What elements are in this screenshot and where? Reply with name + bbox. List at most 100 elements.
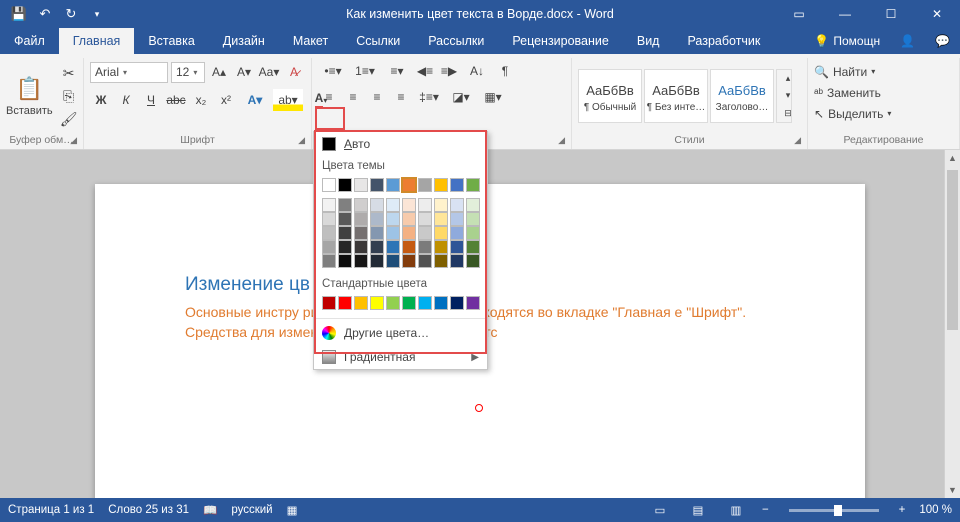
- color-swatch[interactable]: [386, 226, 400, 240]
- color-swatch[interactable]: [466, 212, 480, 226]
- color-swatch[interactable]: [402, 198, 416, 212]
- color-swatch[interactable]: [418, 226, 432, 240]
- color-swatch[interactable]: [434, 212, 448, 226]
- tab-review[interactable]: Рецензирование: [498, 28, 623, 54]
- color-swatch[interactable]: [338, 198, 352, 212]
- color-swatch[interactable]: [418, 198, 432, 212]
- multilevel-button[interactable]: ≡▾: [382, 60, 412, 82]
- color-swatch[interactable]: [370, 212, 384, 226]
- color-swatch[interactable]: [402, 240, 416, 254]
- find-button[interactable]: 🔍Найти ▾: [814, 62, 875, 81]
- color-swatch[interactable]: [434, 198, 448, 212]
- color-swatch[interactable]: [434, 254, 448, 268]
- color-swatch[interactable]: [450, 212, 464, 226]
- paragraph-launcher-icon[interactable]: ◢: [558, 135, 565, 146]
- replace-button[interactable]: ᵃᵇЗаменить: [814, 83, 881, 102]
- redo-icon[interactable]: ↻: [58, 0, 84, 28]
- increase-indent-icon[interactable]: ≡▶: [438, 60, 460, 82]
- clear-formatting-icon[interactable]: A̷: [283, 61, 305, 83]
- color-swatch[interactable]: [450, 198, 464, 212]
- bullets-button[interactable]: •≡▾: [318, 60, 348, 82]
- color-swatch[interactable]: [322, 254, 336, 268]
- color-swatch[interactable]: [386, 212, 400, 226]
- sort-button[interactable]: A↓: [462, 60, 492, 82]
- undo-icon[interactable]: ↶: [32, 0, 58, 28]
- color-swatch[interactable]: [466, 296, 480, 310]
- color-swatch[interactable]: [370, 240, 384, 254]
- font-name-dropdown[interactable]: Arial▾: [90, 62, 168, 83]
- change-case-icon[interactable]: Aa▾: [258, 61, 280, 83]
- tab-references[interactable]: Ссылки: [342, 28, 414, 54]
- align-left-icon[interactable]: ≡: [318, 86, 340, 108]
- zoom-level[interactable]: 100 %: [919, 504, 952, 516]
- show-marks-icon[interactable]: ¶: [494, 60, 516, 82]
- color-swatch[interactable]: [386, 198, 400, 212]
- color-swatch[interactable]: [466, 240, 480, 254]
- color-swatch[interactable]: [386, 254, 400, 268]
- color-swatch[interactable]: [466, 226, 480, 240]
- bold-button[interactable]: Ж: [90, 89, 112, 111]
- styles-more-icon[interactable]: ⊟: [777, 105, 799, 122]
- color-swatch[interactable]: [402, 296, 416, 310]
- borders-button[interactable]: ▦▾: [478, 86, 508, 108]
- tab-design[interactable]: Дизайн: [209, 28, 279, 54]
- cut-icon[interactable]: ✂: [59, 63, 79, 83]
- color-swatch[interactable]: [418, 254, 432, 268]
- color-swatch[interactable]: [338, 178, 352, 192]
- gradient-fill[interactable]: Градиентная ▶: [314, 345, 487, 369]
- color-swatch[interactable]: [418, 240, 432, 254]
- color-swatch[interactable]: [322, 240, 336, 254]
- status-words[interactable]: Слово 25 из 31: [108, 504, 189, 516]
- color-swatch[interactable]: [354, 296, 368, 310]
- maximize-icon[interactable]: ☐: [868, 0, 914, 28]
- color-swatch[interactable]: [466, 254, 480, 268]
- color-swatch[interactable]: [354, 212, 368, 226]
- vertical-scrollbar[interactable]: ▲ ▼: [944, 150, 960, 498]
- color-swatch[interactable]: [386, 178, 400, 192]
- align-right-icon[interactable]: ≡: [366, 86, 388, 108]
- underline-button[interactable]: Ч: [140, 89, 162, 111]
- color-auto[interactable]: Авто: [314, 132, 487, 156]
- font-launcher-icon[interactable]: ◢: [298, 135, 305, 146]
- color-swatch[interactable]: [450, 226, 464, 240]
- color-swatch[interactable]: [370, 198, 384, 212]
- comments-button[interactable]: 💬: [925, 28, 960, 54]
- color-swatch[interactable]: [466, 198, 480, 212]
- view-read-icon[interactable]: ▭: [648, 498, 672, 522]
- color-swatch[interactable]: [450, 178, 464, 192]
- color-swatch[interactable]: [322, 296, 336, 310]
- tab-home[interactable]: Главная: [59, 28, 135, 54]
- color-swatch[interactable]: [466, 178, 480, 192]
- save-icon[interactable]: 💾: [6, 0, 32, 28]
- zoom-slider[interactable]: [789, 509, 879, 512]
- shrink-font-icon[interactable]: A▾: [233, 61, 255, 83]
- more-colors[interactable]: Другие цвета…: [314, 321, 487, 345]
- scroll-down-icon[interactable]: ▼: [945, 482, 960, 498]
- grow-font-icon[interactable]: A▴: [208, 61, 230, 83]
- justify-icon[interactable]: ≡: [390, 86, 412, 108]
- color-swatch[interactable]: [338, 254, 352, 268]
- styles-launcher-icon[interactable]: ◢: [794, 135, 801, 146]
- styles-down-icon[interactable]: ▾: [777, 87, 799, 104]
- color-swatch[interactable]: [322, 178, 336, 192]
- color-swatch[interactable]: [450, 240, 464, 254]
- align-center-icon[interactable]: ≡: [342, 86, 364, 108]
- color-swatch[interactable]: [354, 226, 368, 240]
- tab-layout[interactable]: Макет: [279, 28, 342, 54]
- strikethrough-button[interactable]: abc: [165, 89, 187, 111]
- color-swatch[interactable]: [450, 254, 464, 268]
- color-swatch[interactable]: [370, 178, 384, 192]
- color-swatch[interactable]: [338, 212, 352, 226]
- color-swatch[interactable]: [418, 212, 432, 226]
- tab-view[interactable]: Вид: [623, 28, 674, 54]
- qat-customize-icon[interactable]: ▾: [84, 0, 110, 28]
- color-swatch[interactable]: [434, 296, 448, 310]
- view-web-icon[interactable]: ▥: [724, 498, 748, 522]
- decrease-indent-icon[interactable]: ◀≡: [414, 60, 436, 82]
- color-swatch[interactable]: [434, 226, 448, 240]
- italic-button[interactable]: К: [115, 89, 137, 111]
- color-swatch[interactable]: [450, 296, 464, 310]
- tell-me[interactable]: 💡Помощн: [804, 28, 890, 54]
- color-swatch[interactable]: [354, 198, 368, 212]
- status-macro-icon[interactable]: ▦: [287, 503, 298, 517]
